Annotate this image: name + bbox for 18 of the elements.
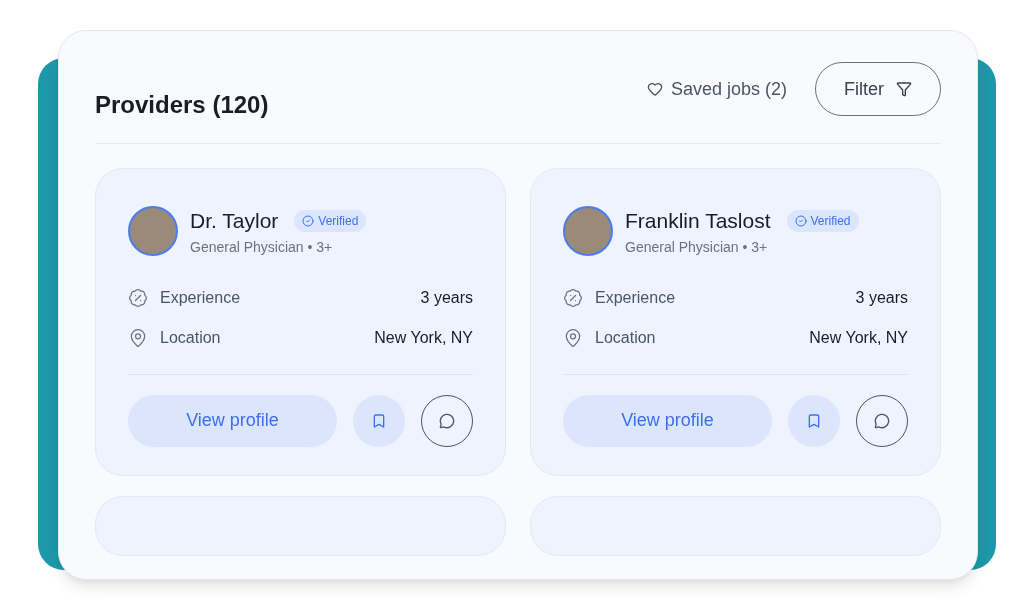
detail-label: Location [160, 327, 221, 348]
detail-label: Experience [595, 287, 676, 308]
detail-label: Experience [160, 287, 241, 308]
view-profile-button[interactable]: View profile [128, 394, 337, 447]
provider-name: Franklin Taslost [625, 208, 771, 234]
detail-value: New York, NY [809, 327, 908, 348]
detail-value: 3 years [420, 287, 473, 308]
page-title: Providers (120) [95, 90, 269, 120]
provider-specialty: General Physician • 3+ [625, 237, 769, 257]
detail-label: Location [595, 327, 656, 348]
detail-value: New York, NY [374, 327, 473, 348]
provider-specialty: General Physician • 3+ [190, 237, 334, 257]
verified-badge: Verified [294, 209, 367, 232]
provider-name: Dr. Taylor [190, 208, 279, 234]
view-profile-button[interactable]: View profile [563, 394, 772, 447]
saved-jobs-link[interactable]: Saved jobs (2) [646, 75, 787, 103]
verified-badge: Verified [786, 209, 859, 232]
detail-value: 3 years [855, 287, 908, 308]
